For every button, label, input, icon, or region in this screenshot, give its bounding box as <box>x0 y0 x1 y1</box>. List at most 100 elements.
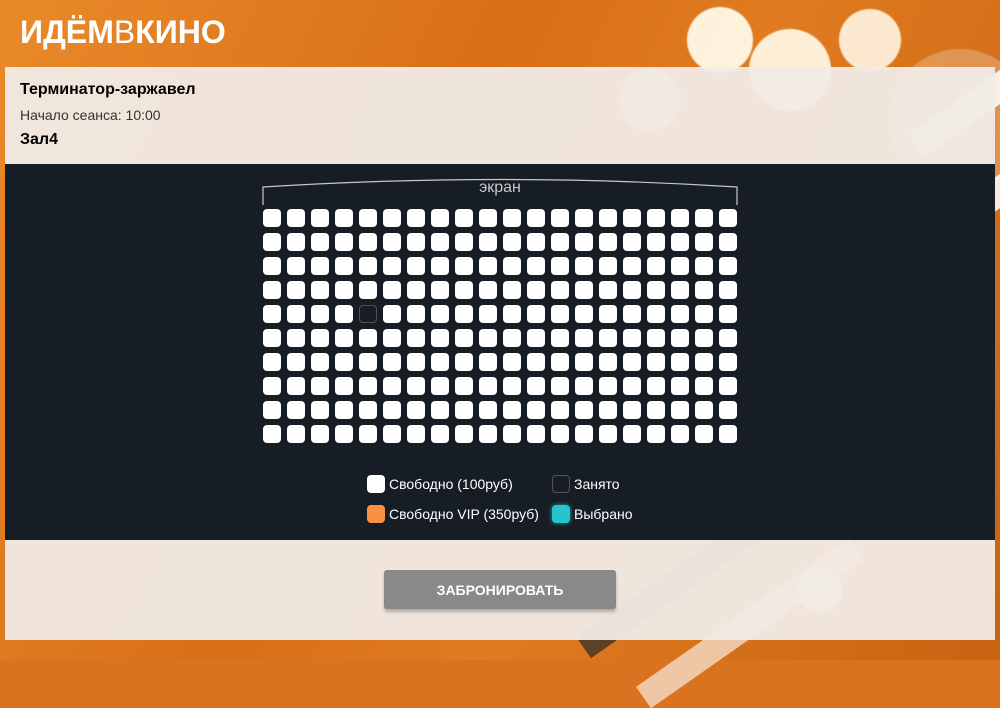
seat-free[interactable] <box>647 425 665 443</box>
seat-free[interactable] <box>503 209 521 227</box>
seat-free[interactable] <box>455 281 473 299</box>
seat-free[interactable] <box>575 233 593 251</box>
seat-free[interactable] <box>671 209 689 227</box>
seat-free[interactable] <box>647 209 665 227</box>
seat-free[interactable] <box>407 281 425 299</box>
seat-free[interactable] <box>599 257 617 275</box>
seat-free[interactable] <box>431 233 449 251</box>
seat-free[interactable] <box>623 353 641 371</box>
seat-free[interactable] <box>431 281 449 299</box>
seat-free[interactable] <box>479 305 497 323</box>
seat-free[interactable] <box>263 257 281 275</box>
seat-free[interactable] <box>671 377 689 395</box>
seat-free[interactable] <box>599 305 617 323</box>
seat-free[interactable] <box>431 401 449 419</box>
seat-free[interactable] <box>431 329 449 347</box>
seat-free[interactable] <box>359 281 377 299</box>
seat-free[interactable] <box>287 329 305 347</box>
seat-free[interactable] <box>455 425 473 443</box>
seat-free[interactable] <box>503 401 521 419</box>
seat-free[interactable] <box>575 377 593 395</box>
seat-free[interactable] <box>719 401 737 419</box>
seat-free[interactable] <box>719 425 737 443</box>
seat-free[interactable] <box>479 353 497 371</box>
seat-free[interactable] <box>407 353 425 371</box>
seat-free[interactable] <box>551 329 569 347</box>
seat-free[interactable] <box>551 425 569 443</box>
seat-free[interactable] <box>455 353 473 371</box>
seat-free[interactable] <box>431 425 449 443</box>
seat-free[interactable] <box>455 305 473 323</box>
seat-free[interactable] <box>311 425 329 443</box>
seat-free[interactable] <box>287 233 305 251</box>
seat-free[interactable] <box>623 425 641 443</box>
seat-free[interactable] <box>599 401 617 419</box>
seat-free[interactable] <box>407 425 425 443</box>
seat-free[interactable] <box>575 209 593 227</box>
seat-free[interactable] <box>263 353 281 371</box>
seat-free[interactable] <box>311 401 329 419</box>
seat-free[interactable] <box>335 329 353 347</box>
seat-free[interactable] <box>527 329 545 347</box>
seat-free[interactable] <box>695 209 713 227</box>
seat-free[interactable] <box>599 353 617 371</box>
seat-free[interactable] <box>719 329 737 347</box>
seat-free[interactable] <box>311 209 329 227</box>
seat-free[interactable] <box>311 329 329 347</box>
seat-free[interactable] <box>263 209 281 227</box>
seat-free[interactable] <box>671 305 689 323</box>
seat-free[interactable] <box>695 329 713 347</box>
seat-free[interactable] <box>599 281 617 299</box>
seat-free[interactable] <box>287 257 305 275</box>
seat-free[interactable] <box>695 257 713 275</box>
seat-free[interactable] <box>311 377 329 395</box>
seat-free[interactable] <box>575 425 593 443</box>
seat-free[interactable] <box>695 353 713 371</box>
seat-free[interactable] <box>671 233 689 251</box>
seat-free[interactable] <box>431 257 449 275</box>
seat-free[interactable] <box>383 401 401 419</box>
seat-free[interactable] <box>359 257 377 275</box>
seat-free[interactable] <box>623 209 641 227</box>
seat-free[interactable] <box>623 377 641 395</box>
seat-free[interactable] <box>527 257 545 275</box>
seat-free[interactable] <box>455 233 473 251</box>
seat-free[interactable] <box>407 233 425 251</box>
seat-free[interactable] <box>479 209 497 227</box>
seat-free[interactable] <box>551 257 569 275</box>
seat-free[interactable] <box>647 257 665 275</box>
seat-free[interactable] <box>719 257 737 275</box>
seat-free[interactable] <box>311 353 329 371</box>
seat-free[interactable] <box>383 209 401 227</box>
seat-free[interactable] <box>503 257 521 275</box>
seat-free[interactable] <box>503 425 521 443</box>
seat-free[interactable] <box>719 281 737 299</box>
seat-free[interactable] <box>383 329 401 347</box>
seat-free[interactable] <box>311 305 329 323</box>
seat-free[interactable] <box>383 425 401 443</box>
seat-free[interactable] <box>287 281 305 299</box>
seat-free[interactable] <box>575 353 593 371</box>
seat-free[interactable] <box>575 257 593 275</box>
seat-free[interactable] <box>479 425 497 443</box>
seat-free[interactable] <box>599 209 617 227</box>
seat-free[interactable] <box>335 425 353 443</box>
seat-free[interactable] <box>431 305 449 323</box>
seat-free[interactable] <box>527 209 545 227</box>
seat-free[interactable] <box>383 257 401 275</box>
seat-free[interactable] <box>719 233 737 251</box>
site-logo[interactable]: ИДЁМВКИНО <box>20 12 226 52</box>
seat-free[interactable] <box>407 209 425 227</box>
seat-free[interactable] <box>479 257 497 275</box>
seat-free[interactable] <box>527 425 545 443</box>
seat-free[interactable] <box>623 233 641 251</box>
seat-free[interactable] <box>551 281 569 299</box>
seat-free[interactable] <box>551 209 569 227</box>
seat-free[interactable] <box>383 353 401 371</box>
seat-free[interactable] <box>263 233 281 251</box>
seat-free[interactable] <box>263 425 281 443</box>
seat-free[interactable] <box>695 377 713 395</box>
seat-free[interactable] <box>599 329 617 347</box>
seat-free[interactable] <box>623 305 641 323</box>
seat-free[interactable] <box>623 281 641 299</box>
